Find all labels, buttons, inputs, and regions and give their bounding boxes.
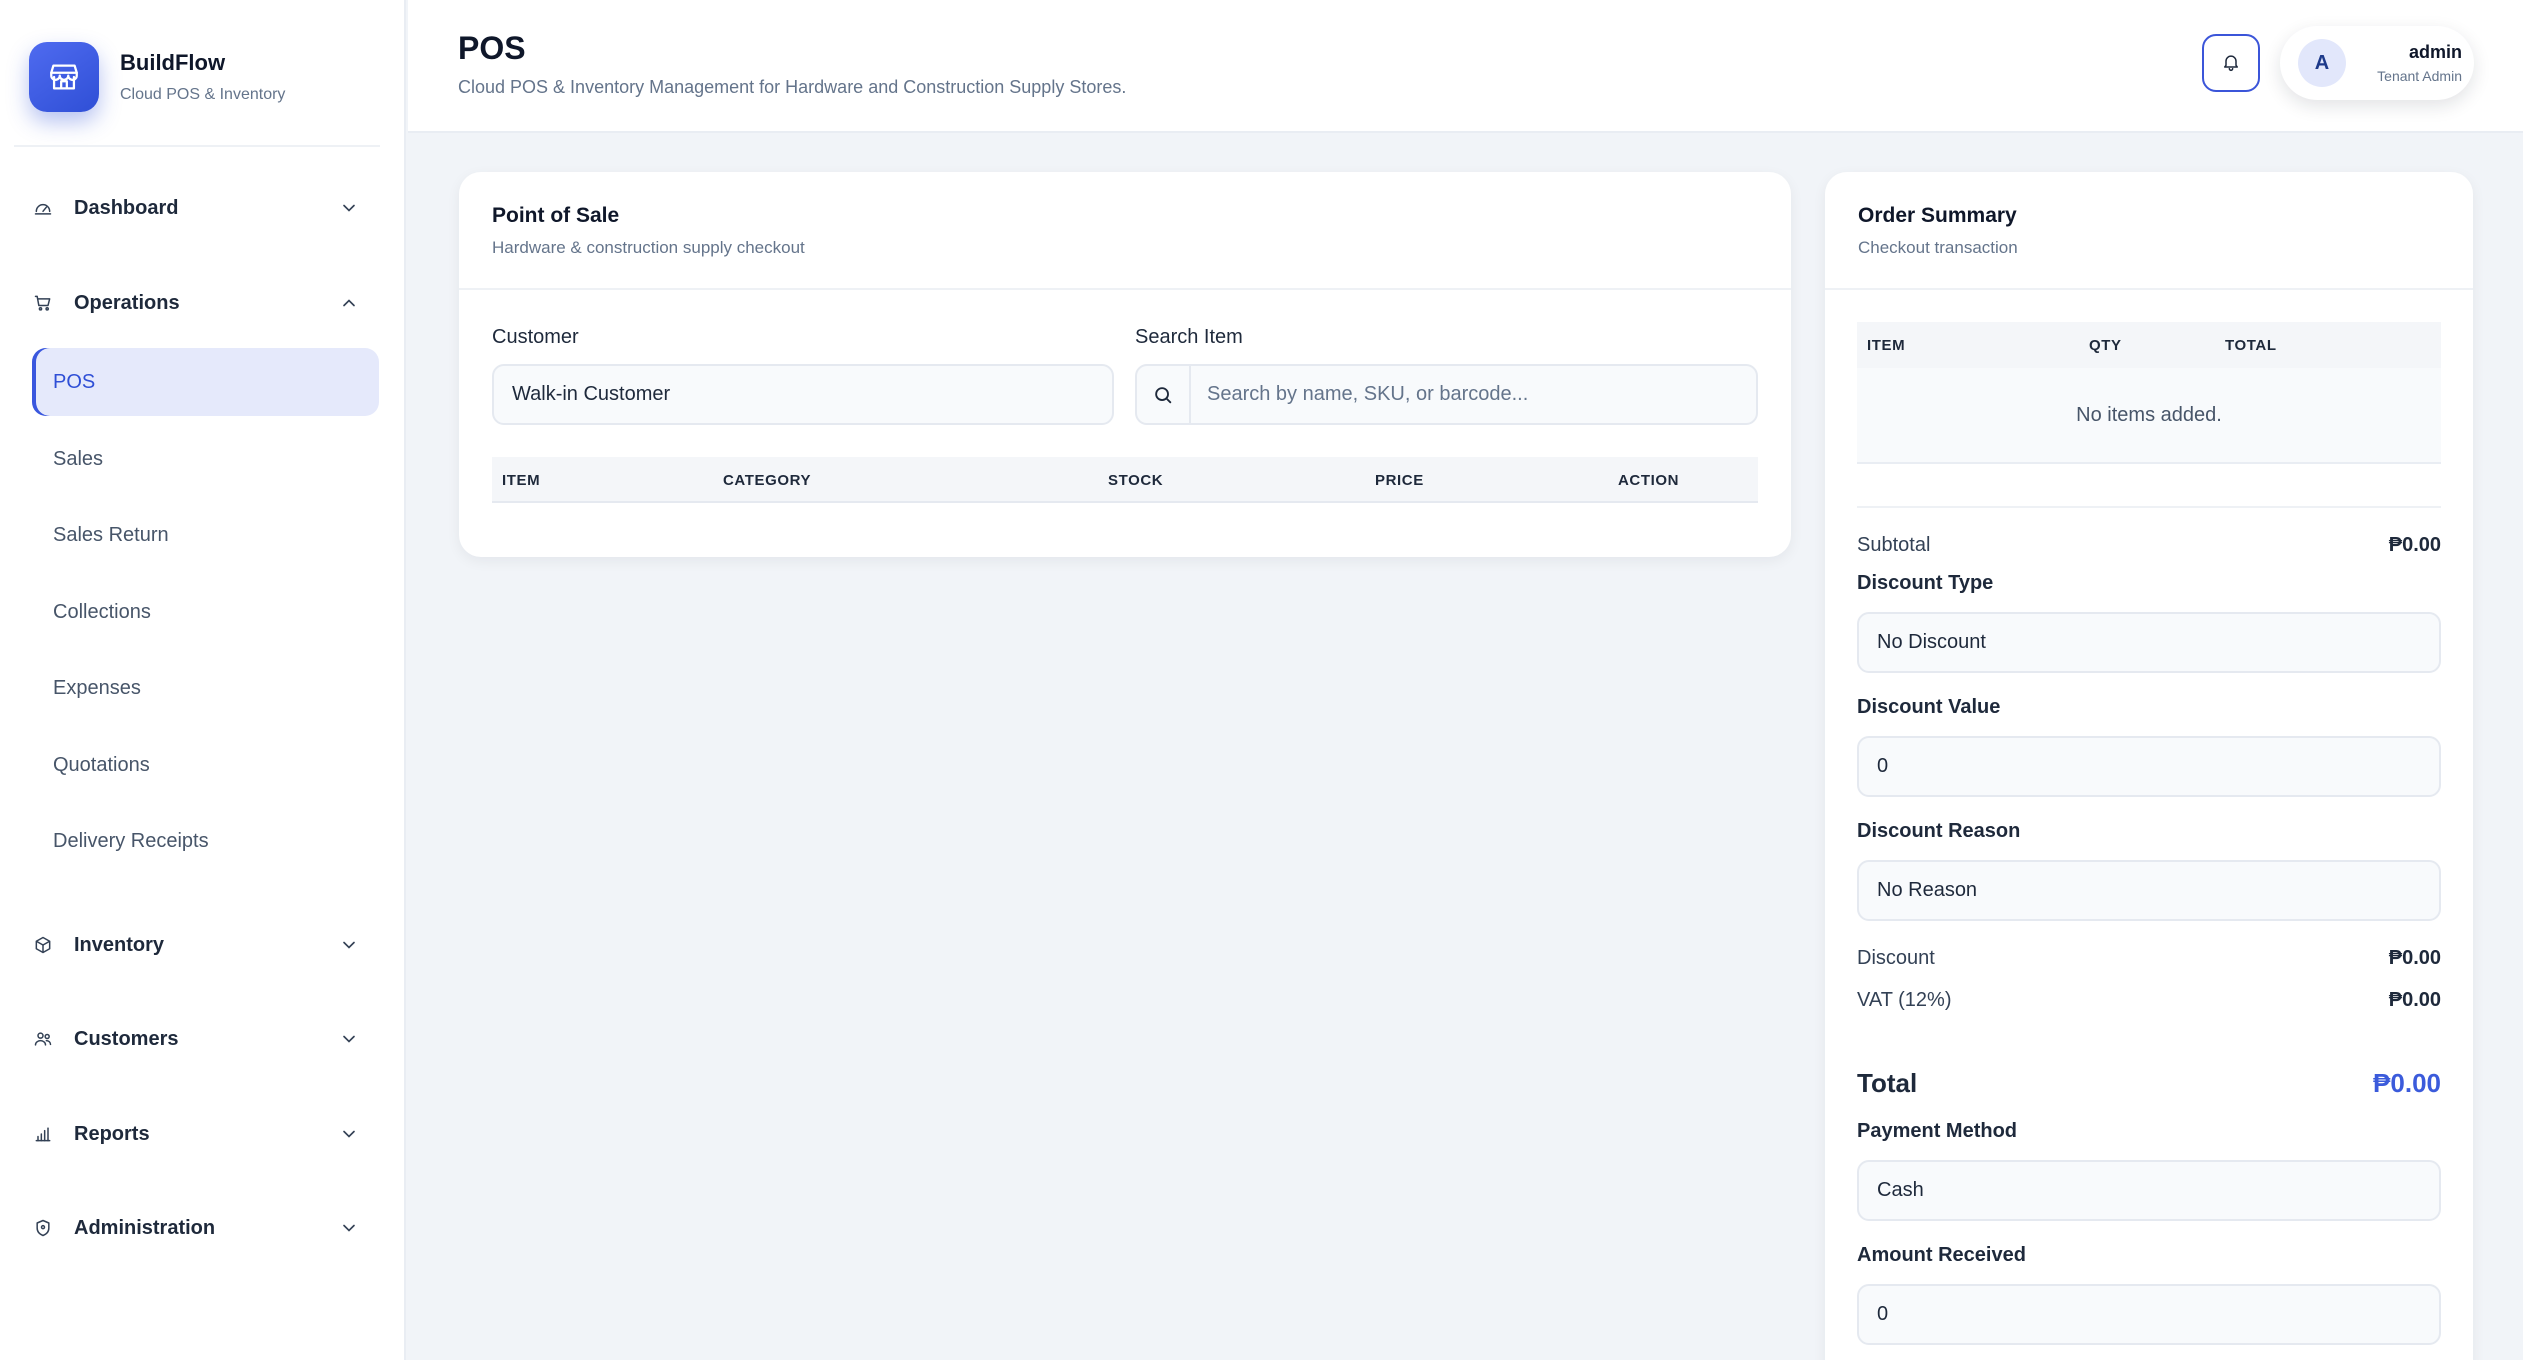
column-header-qty: QTY bbox=[2089, 337, 2122, 354]
column-header-price: PRICE bbox=[1375, 472, 1424, 489]
cart-icon bbox=[32, 292, 54, 314]
customer-select[interactable]: Walk-in Customer bbox=[492, 364, 1114, 425]
amount-received-label: Amount Received bbox=[1857, 1244, 2026, 1266]
card-title: Order Summary bbox=[1858, 204, 2017, 227]
chevron-down-icon bbox=[338, 1217, 360, 1239]
discount-value-input[interactable]: 0 bbox=[1857, 736, 2441, 797]
user-menu[interactable]: A admin Tenant Admin bbox=[2280, 26, 2474, 100]
sidebar-item-sales-return[interactable]: Sales Return bbox=[32, 501, 379, 569]
column-header-item: ITEM bbox=[502, 472, 541, 489]
search-input[interactable] bbox=[1191, 366, 1756, 423]
sidebar-group-customers[interactable]: Customers bbox=[32, 1019, 360, 1059]
empty-order-message: No items added. bbox=[1857, 368, 2441, 464]
subtotal-value: ₱0.00 bbox=[2388, 533, 2441, 556]
sidebar-group-inventory[interactable]: Inventory bbox=[32, 925, 360, 965]
total-row: Total ₱0.00 bbox=[1857, 1063, 2441, 1103]
sidebar-group-label: Dashboard bbox=[74, 196, 179, 219]
customer-label: Customer bbox=[492, 326, 579, 348]
discount-value-label: Discount Value bbox=[1857, 696, 2001, 718]
subtotal-row: Subtotal ₱0.00 bbox=[1857, 530, 2441, 560]
discount-label: Discount bbox=[1857, 946, 1935, 969]
chevron-down-icon bbox=[338, 934, 360, 956]
search-field bbox=[1135, 364, 1758, 425]
users-icon bbox=[32, 1028, 54, 1050]
sidebar-group-administration[interactable]: Administration bbox=[32, 1208, 360, 1248]
sidebar-item-expenses[interactable]: Expenses bbox=[32, 654, 379, 722]
gauge-icon bbox=[32, 197, 54, 219]
sidebar-item-collections[interactable]: Collections bbox=[32, 578, 379, 646]
column-header-category: CATEGORY bbox=[723, 472, 812, 489]
discount-type-label: Discount Type bbox=[1857, 572, 1994, 594]
bell-icon bbox=[2221, 52, 2241, 75]
chevron-down-icon bbox=[338, 197, 360, 219]
search-icon bbox=[1137, 366, 1191, 423]
sidebar-item-quotations[interactable]: Quotations bbox=[32, 731, 379, 799]
subtotal-label: Subtotal bbox=[1857, 533, 1931, 556]
card-title: Point of Sale bbox=[492, 204, 620, 227]
page-title: POS bbox=[458, 30, 526, 66]
brand-name: BuildFlow bbox=[120, 50, 226, 75]
divider bbox=[1857, 506, 2441, 508]
store-icon bbox=[29, 42, 99, 112]
top-header: POS Cloud POS & Inventory Management for… bbox=[408, 0, 2523, 133]
column-header-stock: STOCK bbox=[1108, 472, 1164, 489]
items-table-header: ITEM CATEGORY STOCK PRICE ACTION bbox=[492, 457, 1758, 503]
sidebar-group-dashboard[interactable]: Dashboard bbox=[32, 188, 360, 228]
sidebar-item-sales[interactable]: Sales bbox=[32, 425, 379, 493]
discount-amount: ₱0.00 bbox=[2388, 946, 2441, 969]
chevron-up-icon bbox=[338, 292, 360, 314]
sidebar-group-reports[interactable]: Reports bbox=[32, 1114, 360, 1154]
brand[interactable]: BuildFlow Cloud POS & Inventory bbox=[29, 42, 285, 112]
bar-chart-icon bbox=[32, 1123, 54, 1145]
payment-method-select[interactable]: Cash bbox=[1857, 1160, 2441, 1221]
order-table-header: ITEM QTY TOTAL bbox=[1857, 322, 2441, 368]
sidebar-item-pos[interactable]: POS bbox=[32, 348, 379, 416]
sidebar-group-operations[interactable]: Operations bbox=[32, 283, 360, 323]
point-of-sale-card: Point of Sale Hardware & construction su… bbox=[459, 172, 1791, 557]
chevron-down-icon bbox=[338, 1028, 360, 1050]
sidebar: BuildFlow Cloud POS & Inventory Dashboar… bbox=[0, 0, 406, 1360]
vat-value: ₱0.00 bbox=[2388, 988, 2441, 1011]
column-header-action: ACTION bbox=[1618, 472, 1680, 489]
sidebar-group-label: Operations bbox=[74, 291, 180, 314]
discount-reason-label: Discount Reason bbox=[1857, 820, 2021, 842]
sidebar-divider bbox=[14, 145, 380, 147]
notifications-button[interactable] bbox=[2202, 34, 2260, 92]
amount-received-input[interactable]: 0 bbox=[1857, 1284, 2441, 1345]
page-subtitle: Cloud POS & Inventory Management for Har… bbox=[458, 77, 1127, 97]
chevron-down-icon bbox=[338, 1123, 360, 1145]
sidebar-item-delivery-receipts[interactable]: Delivery Receipts bbox=[32, 807, 379, 875]
box-icon bbox=[32, 934, 54, 956]
column-header-item: ITEM bbox=[1867, 337, 1906, 354]
user-name: admin bbox=[2408, 42, 2462, 62]
card-header: Point of Sale Hardware & construction su… bbox=[459, 172, 1791, 290]
sidebar-group-label: Inventory bbox=[74, 933, 165, 956]
total-value: ₱0.00 bbox=[2373, 1067, 2441, 1098]
vat-label: VAT (12%) bbox=[1857, 988, 1952, 1011]
card-subtitle: Hardware & construction supply checkout bbox=[492, 238, 805, 257]
card-subtitle: Checkout transaction bbox=[1858, 238, 2018, 257]
order-summary-card: Order Summary Checkout transaction ITEM … bbox=[1825, 172, 2473, 1360]
brand-subtitle: Cloud POS & Inventory bbox=[120, 86, 286, 103]
sidebar-group-label: Customers bbox=[74, 1027, 179, 1050]
card-header: Order Summary Checkout transaction bbox=[1825, 172, 2473, 290]
payment-method-label: Payment Method bbox=[1857, 1120, 2018, 1142]
search-item-label: Search Item bbox=[1135, 326, 1243, 348]
shield-icon bbox=[32, 1217, 54, 1239]
sidebar-group-label: Reports bbox=[74, 1122, 150, 1145]
sidebar-group-label: Administration bbox=[74, 1216, 216, 1239]
user-role: Tenant Admin bbox=[2377, 68, 2462, 84]
discount-type-select[interactable]: No Discount bbox=[1857, 612, 2441, 673]
column-header-total: TOTAL bbox=[2225, 337, 2277, 354]
discount-row: Discount ₱0.00 bbox=[1857, 943, 2441, 973]
avatar: A bbox=[2298, 39, 2346, 87]
total-label: Total bbox=[1857, 1067, 1918, 1098]
vat-row: VAT (12%) ₱0.00 bbox=[1857, 985, 2441, 1015]
discount-reason-select[interactable]: No Reason bbox=[1857, 860, 2441, 921]
